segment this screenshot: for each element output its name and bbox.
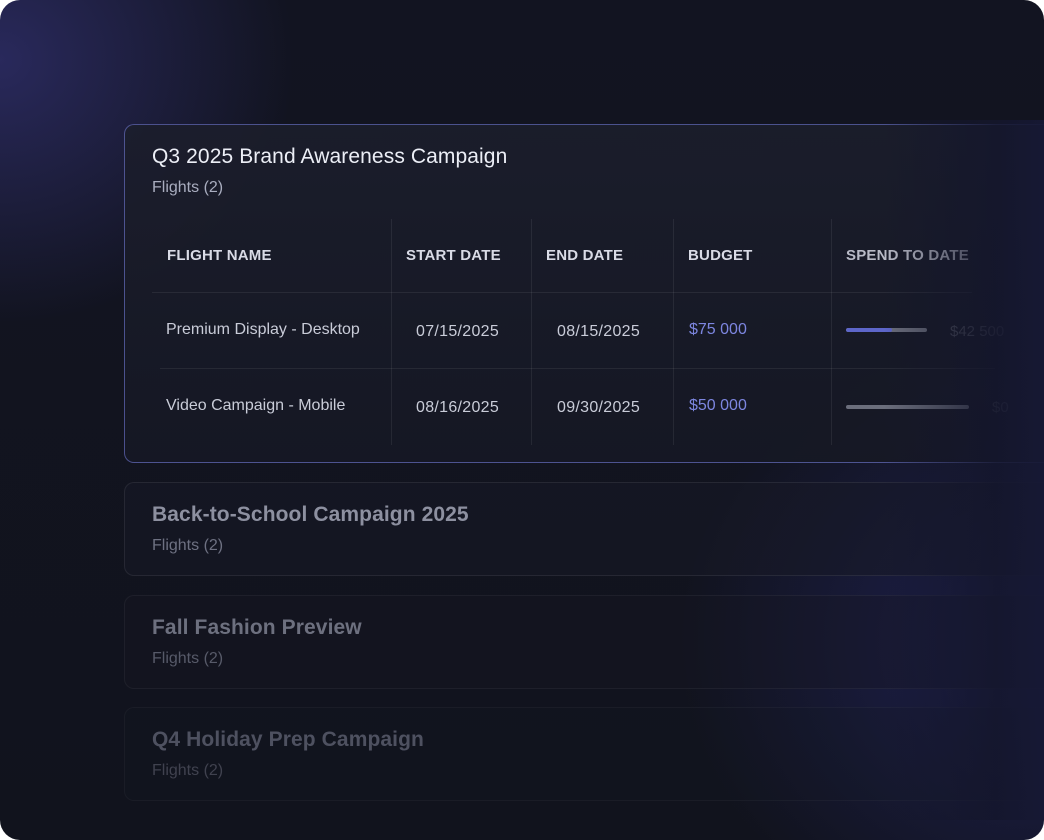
campaign-flights-count: Flights (2) <box>152 537 224 554</box>
row-divider <box>160 368 995 369</box>
end-date-cell: 08/15/2025 <box>557 323 641 340</box>
budget-cell: $75 000 <box>689 321 747 338</box>
spend-cell: $42 500 <box>950 323 1005 340</box>
campaign-title: Q4 Holiday Prep Campaign <box>152 728 424 751</box>
app-frame: Q3 2025 Brand Awareness Campaign Flights… <box>0 0 1044 840</box>
spend-progress-bar <box>846 405 969 409</box>
column-divider <box>391 219 392 445</box>
spend-progress-fill <box>846 328 893 332</box>
campaign-title: Back-to-School Campaign 2025 <box>152 503 469 526</box>
spend-cell: $0 <box>992 399 1009 416</box>
flight-name-cell[interactable]: Video Campaign - Mobile <box>166 397 345 415</box>
flight-name-cell[interactable]: Premium Display - Desktop <box>166 321 360 339</box>
column-header-budget[interactable]: BUDGET <box>688 247 753 264</box>
end-date-cell: 09/30/2025 <box>557 399 641 416</box>
spend-progress-bar <box>846 328 927 332</box>
column-divider <box>531 219 532 445</box>
flights-table: FLIGHT NAME START DATE END DATE BUDGET S… <box>125 125 1044 464</box>
campaign-title: Fall Fashion Preview <box>152 616 362 639</box>
campaign-card-back-to-school[interactable]: Back-to-School Campaign 2025 Flights (2) <box>124 482 1044 576</box>
campaign-card-fall-fashion[interactable]: Fall Fashion Preview Flights (2) <box>124 595 1044 689</box>
header-divider <box>152 292 972 293</box>
column-divider <box>673 219 674 445</box>
start-date-cell: 07/15/2025 <box>416 323 500 340</box>
column-header-start-date[interactable]: START DATE <box>406 247 501 264</box>
column-header-end-date[interactable]: END DATE <box>546 247 623 264</box>
campaign-flights-count: Flights (2) <box>152 650 224 667</box>
column-divider <box>831 219 832 445</box>
budget-cell: $50 000 <box>689 397 747 414</box>
campaign-card-q3-brand-awareness[interactable]: Q3 2025 Brand Awareness Campaign Flights… <box>124 124 1044 463</box>
campaign-flights-count: Flights (2) <box>152 762 224 779</box>
campaign-card-q4-holiday-prep[interactable]: Q4 Holiday Prep Campaign Flights (2) <box>124 707 1044 801</box>
column-header-flight-name[interactable]: FLIGHT NAME <box>167 247 272 264</box>
column-header-spend-to-date[interactable]: SPEND TO DATE <box>846 247 969 264</box>
start-date-cell: 08/16/2025 <box>416 399 500 416</box>
